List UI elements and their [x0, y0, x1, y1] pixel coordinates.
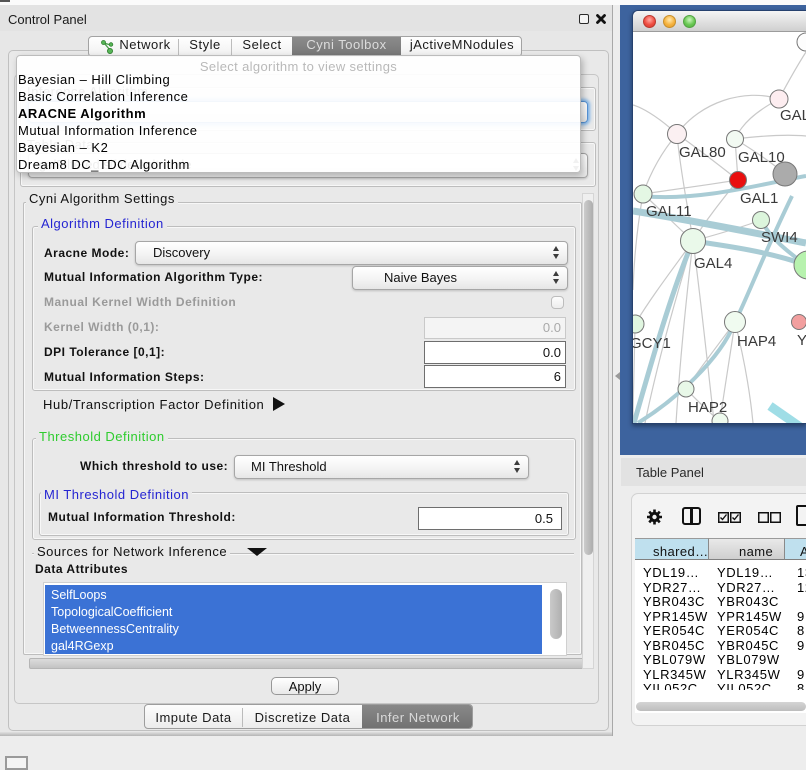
svg-text:GAL4: GAL4	[694, 255, 732, 272]
svg-text:HAP4: HAP4	[737, 333, 776, 350]
svg-text:SWI4: SWI4	[761, 229, 798, 246]
svg-text:GAL80: GAL80	[679, 144, 726, 161]
svg-text:GAL11: GAL11	[646, 203, 692, 220]
svg-text:HAP2: HAP2	[688, 399, 727, 416]
svg-text:Y: Y	[797, 332, 806, 349]
svg-text:GAL10: GAL10	[738, 149, 785, 166]
svg-text:GCY1: GCY1	[633, 335, 671, 352]
svg-text:GAL: GAL	[780, 107, 806, 124]
svg-text:GAL1: GAL1	[740, 190, 778, 207]
